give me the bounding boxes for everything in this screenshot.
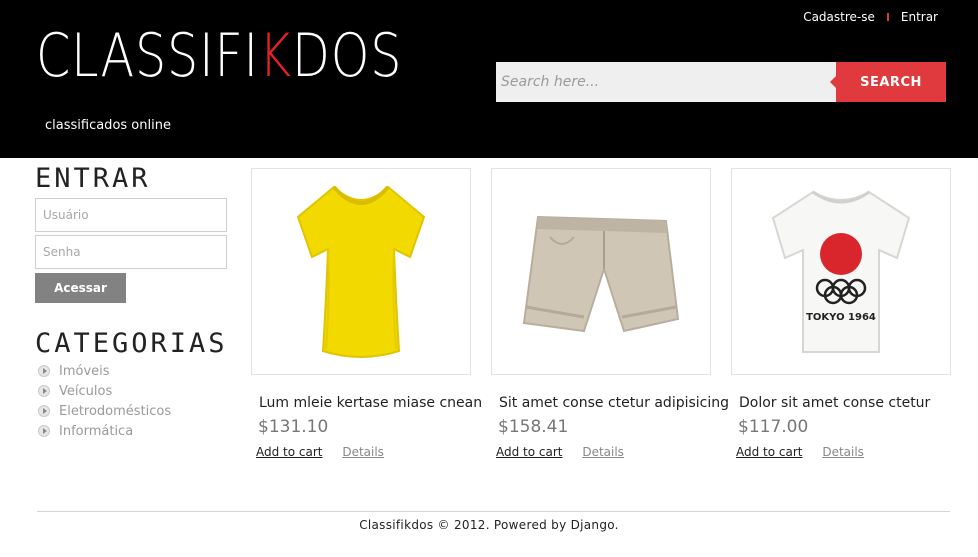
- arrow-bullet-icon: [38, 365, 50, 377]
- khaki-shorts-icon: [522, 215, 680, 332]
- category-label: Veículos: [59, 383, 113, 399]
- username-field[interactable]: [35, 198, 227, 232]
- sidebar: ENTRAR Acessar CATEGORIAS Imóveis Veícul…: [35, 162, 230, 441]
- product-actions: Add to cart Details: [736, 445, 951, 459]
- arrow-bullet-icon: [38, 405, 50, 417]
- category-label: Imóveis: [59, 363, 110, 379]
- link-separator: [886, 13, 889, 21]
- logo-wordmark: CLASSIFIKDOS: [36, 26, 401, 86]
- logo-prefix: CLASSIFI: [36, 21, 259, 91]
- product-actions: Add to cart Details: [496, 445, 711, 459]
- add-to-cart-link[interactable]: Add to cart: [256, 445, 323, 459]
- signup-link[interactable]: Cadastre-se: [803, 10, 875, 24]
- site-logo[interactable]: CLASSIFIKDOS classificados online: [36, 26, 401, 138]
- product-price: $131.10: [258, 417, 329, 437]
- product-actions: Add to cart Details: [256, 445, 471, 459]
- yellow-tshirt-icon: [296, 185, 426, 358]
- footer-copyright: Classifikdos © 2012. Powered by Django.: [359, 518, 619, 532]
- details-link[interactable]: Details: [582, 445, 624, 459]
- product-card: Sit amet conse ctetur adipisicing $158.4…: [491, 168, 729, 459]
- search-notch: [830, 76, 836, 88]
- category-item-imoveis[interactable]: Imóveis: [35, 361, 230, 381]
- logo-tagline: classificados online: [45, 118, 171, 133]
- arrow-bullet-icon: [38, 425, 50, 437]
- login-submit-button[interactable]: Acessar: [35, 273, 126, 303]
- category-item-informatica[interactable]: Informática: [35, 421, 230, 441]
- details-link[interactable]: Details: [822, 445, 864, 459]
- category-list: Imóveis Veículos Eletrodomésticos Inform…: [35, 361, 230, 441]
- account-links: Cadastre-se Entrar: [803, 10, 938, 24]
- product-name[interactable]: Sit amet conse ctetur adipisicing: [499, 395, 729, 411]
- category-item-eletrodomesticos[interactable]: Eletrodomésticos: [35, 401, 230, 421]
- site-header: Cadastre-se Entrar CLASSIFIKDOS classifi…: [0, 0, 978, 158]
- category-label: Informática: [59, 423, 134, 439]
- add-to-cart-link[interactable]: Add to cart: [736, 445, 803, 459]
- tokyo-1964-tshirt-icon: TOKYO 1964: [771, 190, 911, 353]
- product-name[interactable]: Dolor sit amet conse ctetur: [739, 395, 951, 411]
- product-price: $117.00: [738, 417, 809, 437]
- categories-title: CATEGORIAS: [35, 328, 228, 359]
- arrow-bullet-icon: [38, 385, 50, 397]
- category-label: Eletrodomésticos: [59, 403, 172, 419]
- product-name[interactable]: Lum mleie kertase miase cnean: [259, 395, 482, 411]
- product-image[interactable]: TOKYO 1964: [731, 168, 951, 375]
- login-link[interactable]: Entrar: [901, 10, 938, 24]
- product-card: Lum mleie kertase miase cnean $131.10 Ad…: [251, 168, 482, 459]
- password-field[interactable]: [35, 235, 227, 269]
- footer-divider: [37, 511, 950, 512]
- product-card: TOKYO 1964 Dolor sit amet conse ctetur $…: [731, 168, 951, 459]
- details-link[interactable]: Details: [342, 445, 384, 459]
- tshirt-print-text: TOKYO 1964: [806, 312, 876, 323]
- add-to-cart-link[interactable]: Add to cart: [496, 445, 563, 459]
- product-image[interactable]: [251, 168, 471, 375]
- logo-suffix: DOS: [291, 21, 403, 91]
- search-bar: SEARCH: [496, 62, 946, 102]
- product-image[interactable]: [491, 168, 711, 375]
- category-item-veiculos[interactable]: Veículos: [35, 381, 230, 401]
- search-input[interactable]: [496, 62, 836, 102]
- product-price: $158.41: [498, 417, 569, 437]
- login-title: ENTRAR: [35, 163, 151, 194]
- logo-highlight: K: [258, 21, 292, 91]
- search-button[interactable]: SEARCH: [836, 62, 946, 102]
